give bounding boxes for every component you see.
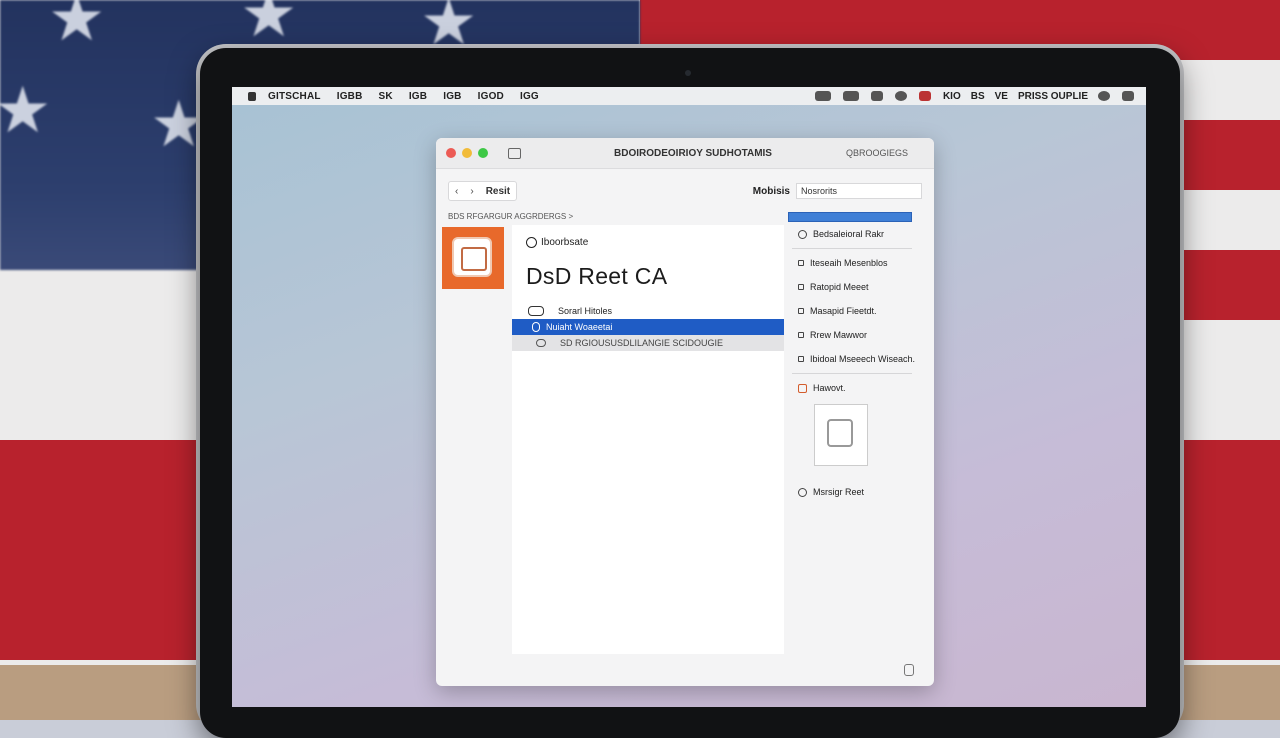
close-button[interactable] — [446, 148, 456, 158]
breadcrumb[interactable]: BDS RFGARGUR AGGRDERGS > — [448, 212, 573, 221]
toolbar-right: Mobisis — [753, 183, 922, 199]
option-icon — [798, 229, 807, 239]
drive-icon — [532, 322, 540, 332]
zoom-button[interactable] — [478, 148, 488, 158]
nav-segment: ‹ › Resit — [448, 181, 518, 201]
lock-icon[interactable] — [904, 664, 914, 676]
divider — [792, 248, 912, 249]
preview-icon — [798, 383, 807, 393]
window-title: BDOIRODEOIRIOY SUDHOTAMIS — [614, 148, 772, 159]
battery-icon[interactable] — [814, 91, 831, 101]
wifi-icon[interactable] — [870, 91, 883, 101]
star-icon: ★ — [48, 0, 106, 54]
status-text[interactable]: BS — [971, 91, 985, 102]
control-center-icon[interactable] — [894, 91, 907, 101]
title-bar: BDOIRODEOIRIOY SUDHOTAMIS QBROOGIEGS — [436, 138, 934, 169]
menu-bar-status: KIO BS VE PRISS OUPLIE — [814, 91, 1146, 102]
preview-image — [814, 404, 868, 466]
clock-text[interactable]: PRISS OUPLIE — [1018, 91, 1088, 102]
inspector-item-label: Rrew Mawwor — [810, 330, 868, 340]
menu-item[interactable]: SK — [379, 91, 393, 102]
minimize-button[interactable] — [462, 148, 472, 158]
item-list: Sorarl Hitoles Nuiaht Woaeetai SD RGIOUS… — [512, 303, 784, 351]
inspector-item-label: Ibidoal Mseeech Wiseach. — [810, 354, 916, 364]
user-icon[interactable] — [1098, 91, 1110, 101]
display-icon[interactable] — [842, 91, 859, 101]
inspector-item[interactable]: Masapid Fieetdt. — [798, 299, 916, 323]
star-icon: ★ — [240, 0, 298, 50]
window-title-right[interactable]: QBROOGIEGS — [846, 148, 908, 158]
app-window: BDOIRODEOIRIOY SUDHOTAMIS QBROOGIEGS ‹ ›… — [436, 138, 934, 686]
option-icon — [798, 487, 807, 497]
notification-icon[interactable] — [918, 91, 931, 101]
list-item-label: SD RGIOUSUSDLILANGIE SCIDOUGIE — [560, 338, 724, 348]
inspector-item-label: Hawovt. — [813, 383, 846, 393]
bullet-icon — [798, 356, 804, 362]
bullet-icon — [798, 332, 804, 338]
inspector-item-label: Msrsigr Reet — [813, 487, 865, 497]
divider — [792, 373, 912, 374]
inspector-item[interactable]: Iteseaih Mesenblos — [798, 251, 916, 275]
search-input[interactable] — [796, 183, 922, 199]
app-thumbnail[interactable] — [442, 227, 504, 289]
bullet-icon — [798, 260, 804, 266]
bullet-icon — [798, 284, 804, 290]
star-icon: ★ — [0, 74, 52, 146]
menu-extra-icon[interactable] — [1122, 91, 1134, 101]
content-heading: Iboorbsate — [526, 237, 588, 248]
menu-item[interactable]: IGOD — [478, 91, 504, 102]
status-text[interactable]: VE — [995, 91, 1008, 102]
reset-button[interactable]: Resit — [480, 186, 516, 197]
page-title: DsD Reet CA — [526, 263, 668, 289]
list-item[interactable]: SD RGIOUSUSDLILANGIE SCIDOUGIE — [512, 335, 784, 351]
inspector-item[interactable]: Msrsigr Reet — [798, 480, 916, 504]
inspector-tab-bar[interactable] — [788, 212, 912, 222]
inspector-item-label: Masapid Fieetdt. — [810, 306, 877, 316]
toolbar: ‹ › Resit Mobisis — [448, 181, 922, 201]
apple-icon[interactable] — [248, 91, 256, 101]
menu-item[interactable]: IGB — [409, 91, 427, 102]
inspector-item[interactable]: Hawovt. — [798, 376, 916, 400]
list-item[interactable]: Sorarl Hitoles — [512, 303, 784, 319]
back-button[interactable]: ‹ — [449, 186, 464, 197]
status-text[interactable]: KIO — [943, 91, 961, 102]
menu-item[interactable]: IGG — [520, 91, 539, 102]
inspector-item[interactable]: Rrew Mawwor — [798, 323, 916, 347]
main-content: Iboorbsate DsD Reet CA Sorarl Hitoles Nu… — [512, 225, 784, 654]
inspector-item-label: Bedsaleioral Rakr — [813, 229, 885, 239]
list-item-label: Nuiaht Woaeetai — [546, 322, 613, 332]
inspector-item[interactable]: Ratopid Meeet — [798, 275, 916, 299]
disk-icon — [452, 237, 492, 277]
inspector-panel: Bedsaleioral Rakr Iteseaih Mesenblos Rat… — [788, 212, 916, 504]
inspector-item[interactable]: Ibidoal Mseeech Wiseach. — [798, 347, 916, 371]
forward-button[interactable]: › — [464, 186, 479, 197]
camera-icon — [685, 70, 691, 76]
sidebar-toggle-icon[interactable] — [508, 147, 521, 159]
menu-item[interactable]: GITSCHAL — [268, 91, 321, 102]
inspector-item-label: Iteseaih Mesenblos — [810, 258, 888, 268]
bullet-icon — [798, 308, 804, 314]
screen: GITSCHAL IGBB SK IGB IGB IGOD IGG KIO BS… — [232, 87, 1146, 707]
drive-icon — [528, 306, 544, 316]
list-item-selected[interactable]: Nuiaht Woaeetai — [512, 319, 784, 335]
inspector-item-label: Ratopid Meeet — [810, 282, 869, 292]
menu-bar: GITSCHAL IGBB SK IGB IGB IGOD IGG KIO BS… — [232, 87, 1146, 105]
inspector-item[interactable]: Bedsaleioral Rakr — [798, 222, 916, 246]
content-heading-label: Iboorbsate — [541, 237, 589, 248]
menu-item[interactable]: IGBB — [337, 91, 363, 102]
list-item-label: Sorarl Hitoles — [558, 306, 613, 316]
drive-icon — [536, 339, 546, 347]
menu-item[interactable]: IGB — [443, 91, 461, 102]
search-label: Mobisis — [752, 185, 790, 197]
info-icon — [526, 237, 537, 248]
